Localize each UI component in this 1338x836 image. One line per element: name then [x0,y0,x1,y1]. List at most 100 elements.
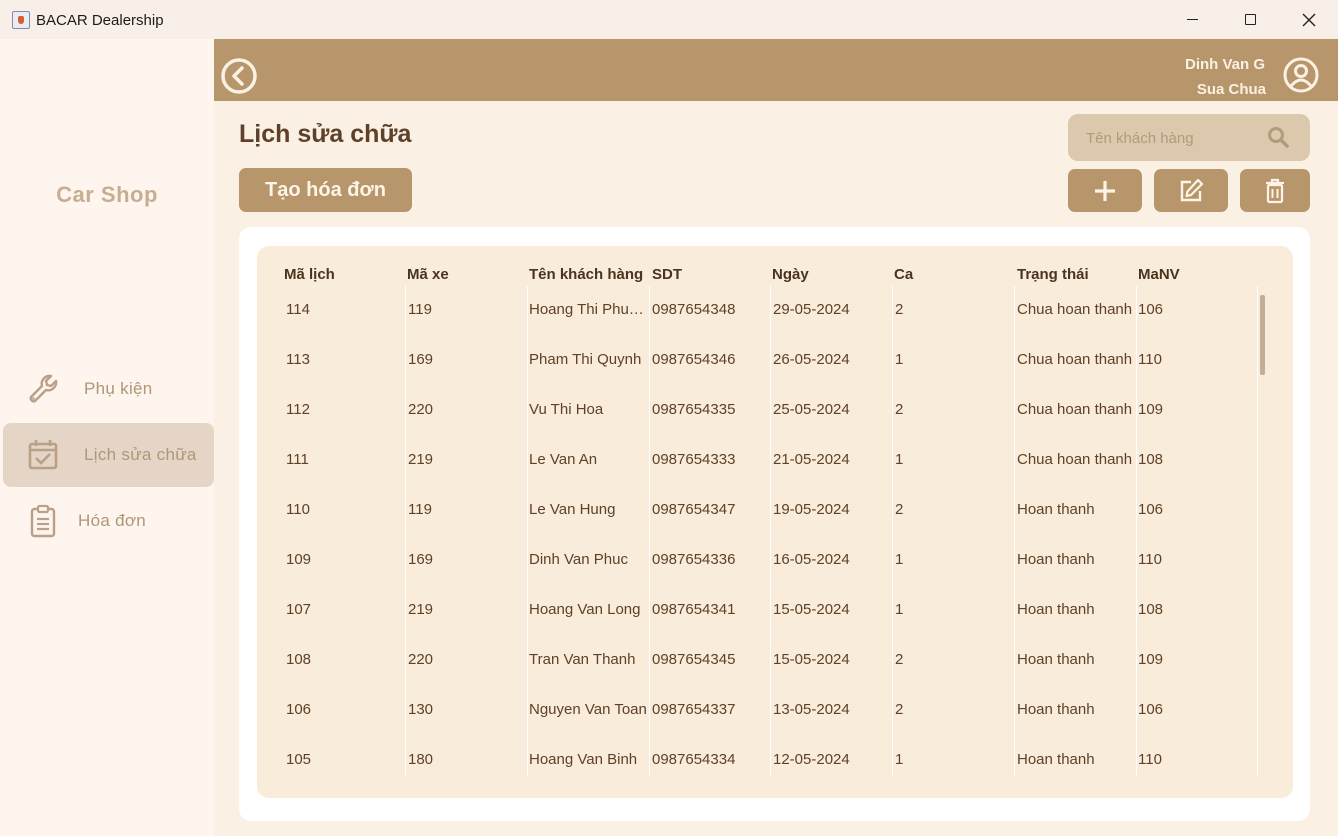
sidebar-item-hoa-don[interactable]: Hóa đơn [3,489,214,553]
user-avatar-icon[interactable] [1282,56,1320,94]
table-row[interactable]: 105 180 Hoang Van Binh 0987654334 12-05-2024… [257,751,1257,798]
cell-manv: 108 [1138,451,1164,468]
sidebar-item-label: Phụ kiện [84,379,153,398]
cell-ca: 2 [895,701,904,718]
sidebar: Car Shop Phụ kiện Lịch sửa chữa Hóa đơn [0,39,214,836]
column-header-ma-xe[interactable]: Mã xe [407,266,449,283]
cell-ma-lich: 112 [286,401,310,418]
search-input[interactable] [1086,126,1266,150]
column-header-manv[interactable]: MaNV [1138,266,1180,283]
sidebar-item-lich-sua-chua[interactable]: Lịch sửa chữa [3,423,214,487]
cell-ma-lich: 110 [286,501,310,518]
cell-manv: 108 [1138,601,1164,618]
cell-ma-lich: 109 [286,551,312,568]
table-row[interactable]: 114 119 Hoang Thi Phuon... 0987654348 29-05-… [257,301,1257,351]
page-title: Lịch sửa chữa [239,120,412,148]
close-icon [1302,13,1316,26]
maximize-button[interactable] [1221,0,1279,39]
column-header-sdt[interactable]: SDT [652,266,682,283]
search-icon[interactable] [1267,126,1289,148]
cell-ma-lich: 108 [286,651,312,668]
cell-trang-thai: Chua hoan thanh [1017,351,1133,368]
cell-ngay: 13-05-2024 [773,701,850,718]
cell-ma-xe: 169 [408,551,434,568]
cell-ma-xe: 220 [408,651,434,668]
plus-icon [1095,180,1115,201]
edit-button[interactable] [1154,169,1228,212]
table-row[interactable]: 112 220 Vu Thi Hoa 0987654335 25-05-2024 2 Chu… [257,401,1257,451]
cell-ca: 1 [895,551,904,568]
cell-trang-thai: Chua hoan thanh [1017,451,1133,468]
cell-trang-thai: Chua hoan thanh [1017,301,1133,318]
cell-ngay: 19-05-2024 [773,501,850,518]
sidebar-item-label: Hóa đơn [78,511,147,530]
cell-ma-xe: 219 [408,451,434,468]
cell-ten-khach-hang: Tran Van Thanh [529,651,636,668]
column-header-ngay[interactable]: Ngày [772,266,809,283]
wrench-icon [29,374,58,403]
back-icon[interactable] [220,57,258,95]
table-row[interactable]: 108 220 Tran Van Thanh 0987654345 15-05-2024… [257,651,1257,701]
column-header-ten-khach-hang[interactable]: Tên khách hàng [529,266,643,283]
cell-ca: 2 [895,501,904,518]
table-row[interactable]: 106 130 Nguyen Van Toan 0987654337 13-05-202… [257,701,1257,751]
cell-trang-thai: Hoan thanh [1017,651,1095,668]
cell-ma-xe: 219 [408,601,434,618]
cell-ma-lich: 107 [286,601,312,618]
cell-ma-lich: 105 [286,751,312,768]
close-button[interactable] [1280,0,1338,39]
table-row[interactable]: 111 219 Le Van An 0987654333 21-05-2024 1 Chua… [257,451,1257,501]
cell-manv: 106 [1138,301,1164,318]
cell-ca: 1 [895,751,904,768]
cell-manv: 106 [1138,501,1164,518]
column-header-trang-thai[interactable]: Trạng thái [1017,266,1089,283]
create-invoice-button[interactable]: Tạo hóa đơn [239,168,412,212]
scrollbar-thumb[interactable] [1260,295,1265,375]
cell-ten-khach-hang: Le Van Hung [529,501,616,518]
cell-ten-khach-hang: Le Van An [529,451,598,468]
cell-ten-khach-hang: Dinh Van Phuc [529,551,628,568]
window-title: BACAR Dealership [36,12,164,29]
cell-sdt: 0987654336 [652,551,736,568]
cell-ma-lich: 113 [286,351,310,368]
table-row[interactable]: 113 169 Pham Thi Quynh 0987654346 26-05-2024… [257,351,1257,401]
clipboard-icon [30,504,56,538]
search-box [1068,114,1310,161]
java-app-icon [12,11,30,29]
app-header: Dinh Van G Sua Chua [214,39,1338,101]
table-row[interactable]: 107 219 Hoang Van Long 0987654341 15-05-2024… [257,601,1257,651]
cell-sdt: 0987654346 [652,351,736,368]
add-button[interactable] [1068,169,1142,212]
minimize-button[interactable] [1163,0,1221,39]
brand-logo-text: Car Shop [56,182,158,207]
trash-icon [1266,178,1284,203]
cell-ma-xe: 220 [408,401,434,418]
cell-ca: 1 [895,601,904,618]
cell-trang-thai: Hoan thanh [1017,701,1095,718]
cell-sdt: 0987654334 [652,751,736,768]
cell-ma-lich: 114 [286,301,310,318]
column-header-ma-lich[interactable]: Mã lịch [284,266,335,283]
edit-icon [1180,178,1204,201]
delete-button[interactable] [1240,169,1310,212]
repair-schedule-table: Mã lịch Mã xe Tên khách hàng SDT Ngày Ca… [257,246,1293,798]
cell-sdt: 0987654333 [652,451,736,468]
sidebar-item-phu-kien[interactable]: Phụ kiện [3,357,214,421]
cell-ngay: 16-05-2024 [773,551,850,568]
cell-ma-xe: 130 [408,701,434,718]
cell-sdt: 0987654347 [652,501,736,518]
cell-manv: 110 [1138,351,1162,368]
cell-ca: 1 [895,351,904,368]
cell-ma-lich: 111 [286,451,309,468]
cell-manv: 110 [1138,551,1162,568]
cell-ngay: 12-05-2024 [773,751,850,768]
user-role: Sua Chua [1196,81,1266,98]
column-header-ca[interactable]: Ca [894,266,913,283]
table-row[interactable]: 110 119 Le Van Hung 0987654347 19-05-2024 2 Ho… [257,501,1257,551]
cell-manv: 109 [1138,651,1164,668]
cell-ten-khach-hang: Pham Thi Quynh [529,351,642,368]
cell-ten-khach-hang: Hoang Van Binh [529,751,638,768]
cell-sdt: 0987654348 [652,301,736,318]
cell-ngay: 25-05-2024 [773,401,850,418]
table-row[interactable]: 109 169 Dinh Van Phuc 0987654336 16-05-2024 1… [257,551,1257,601]
